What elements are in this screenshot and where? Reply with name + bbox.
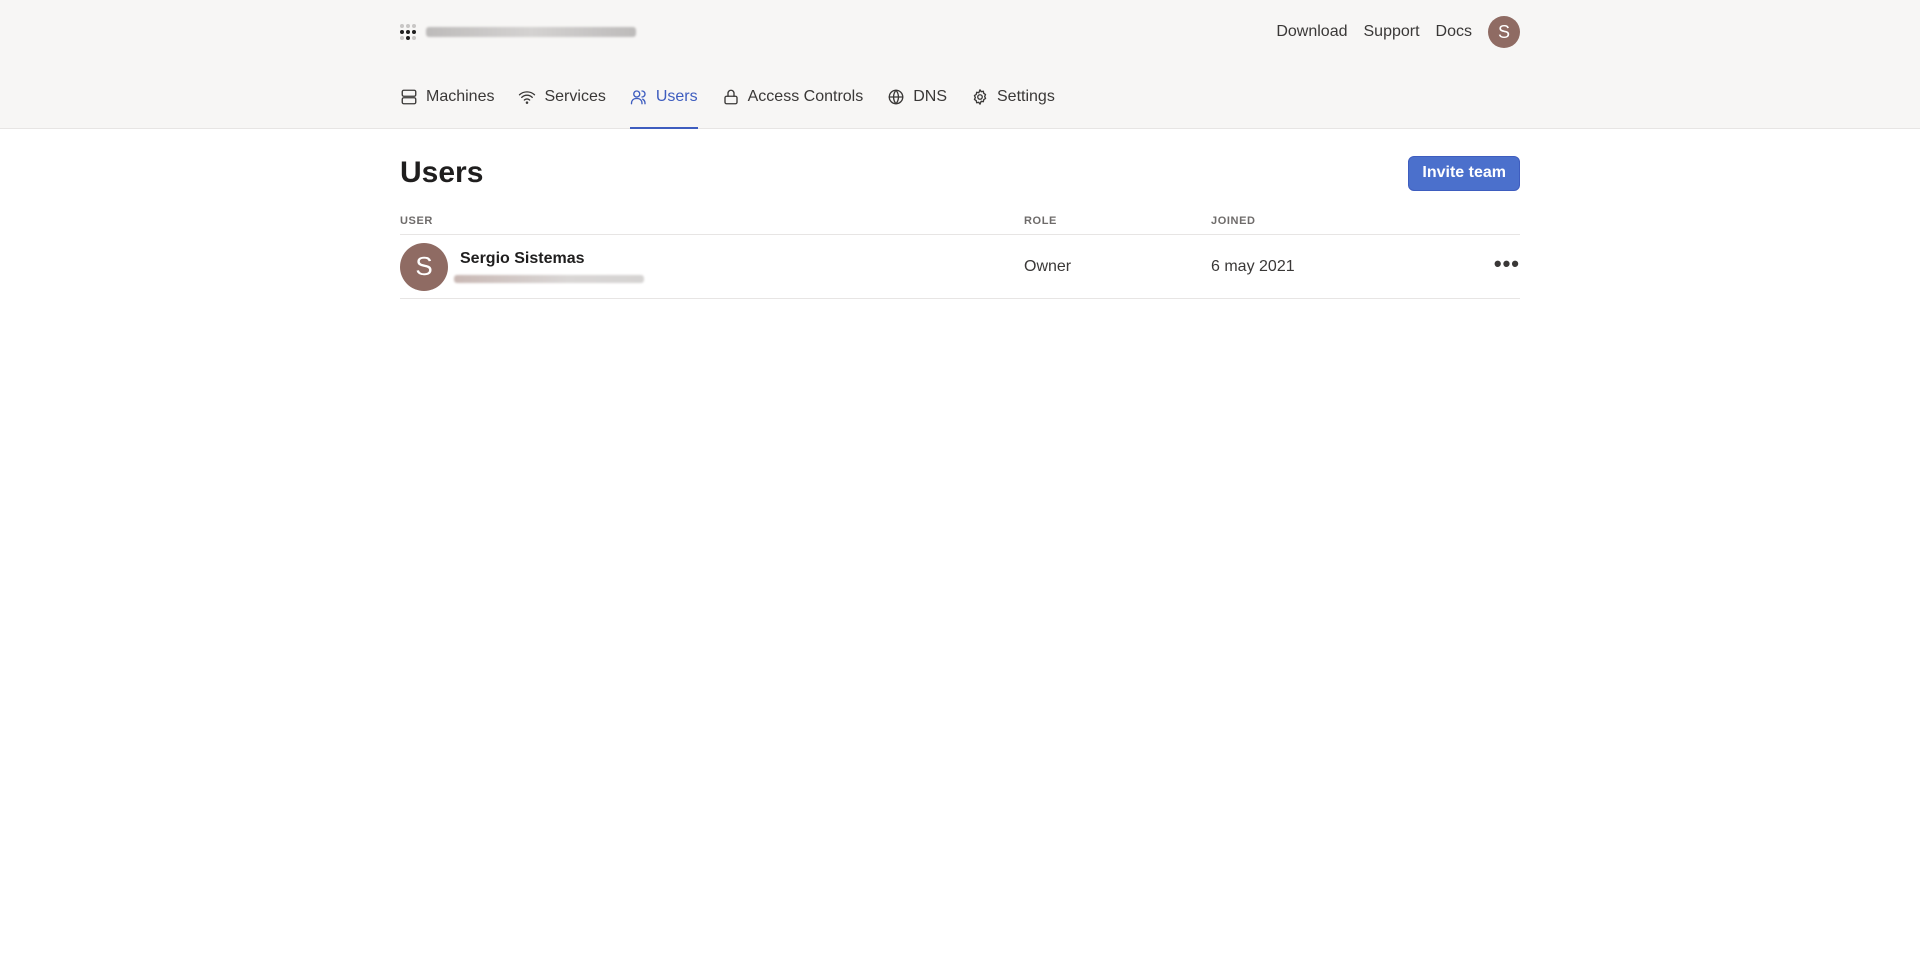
tab-label: Access Controls [747, 87, 864, 105]
tab-label: Settings [997, 87, 1055, 105]
brand[interactable] [400, 24, 636, 40]
support-link[interactable]: Support [1364, 23, 1420, 41]
tailnet-name-redacted [426, 27, 636, 37]
main-nav: Machines Services Users Access Controls … [400, 64, 1520, 129]
user-email-redacted [454, 275, 644, 283]
tab-label: Machines [426, 87, 495, 105]
tab-label: Services [544, 87, 606, 105]
tab-machines[interactable]: Machines [400, 64, 494, 129]
account-avatar[interactable]: S [1488, 16, 1520, 48]
column-header-actions [1480, 215, 1520, 230]
user-joined-date: 6 may 2021 [1211, 257, 1295, 275]
tab-access-controls[interactable]: Access Controls [722, 64, 864, 129]
table-row[interactable]: S Sergio Sistemas Owner 6 may 2021 ••• [400, 235, 1520, 299]
user-role: Owner [1024, 257, 1072, 275]
app-header: Download Support Docs S Machines Service… [0, 0, 1920, 129]
main-content: Users Invite team USER ROLE JOINED S Ser… [400, 153, 1520, 299]
more-options-icon[interactable]: ••• [1494, 251, 1520, 284]
tab-label: DNS [913, 87, 947, 105]
column-header-joined: JOINED [1211, 215, 1256, 227]
invite-team-button[interactable]: Invite team [1408, 155, 1520, 191]
page-title: Users [400, 156, 484, 189]
user-cell: S Sergio Sistemas [400, 242, 1024, 291]
user-name: Sergio Sistemas [460, 250, 585, 267]
tab-users[interactable]: Users [629, 64, 698, 129]
gear-icon [973, 88, 987, 105]
page-header: Users Invite team [400, 153, 1520, 193]
column-header-user: USER [400, 215, 433, 227]
users-table: USER ROLE JOINED S Sergio Sistemas Owner… [400, 215, 1520, 299]
tailscale-logo-icon [400, 24, 416, 40]
tab-label: Users [655, 87, 698, 105]
top-links: Download Support Docs S [1276, 16, 1520, 48]
table-header: USER ROLE JOINED [400, 215, 1520, 235]
avatar: S [400, 242, 448, 291]
wifi-icon [519, 90, 536, 104]
lock-icon [723, 89, 738, 104]
docs-link[interactable]: Docs [1436, 23, 1472, 41]
tab-settings[interactable]: Settings [971, 64, 1055, 129]
tab-services[interactable]: Services [518, 64, 606, 129]
globe-icon [888, 89, 904, 104]
users-icon [630, 89, 646, 104]
user-info: Sergio Sistemas [454, 250, 644, 283]
download-link[interactable]: Download [1276, 23, 1347, 41]
tab-dns[interactable]: DNS [887, 64, 947, 129]
server-icon [401, 89, 417, 104]
row-actions: ••• [1480, 252, 1520, 276]
topbar: Download Support Docs S [400, 0, 1520, 64]
column-header-role: ROLE [1024, 215, 1057, 227]
